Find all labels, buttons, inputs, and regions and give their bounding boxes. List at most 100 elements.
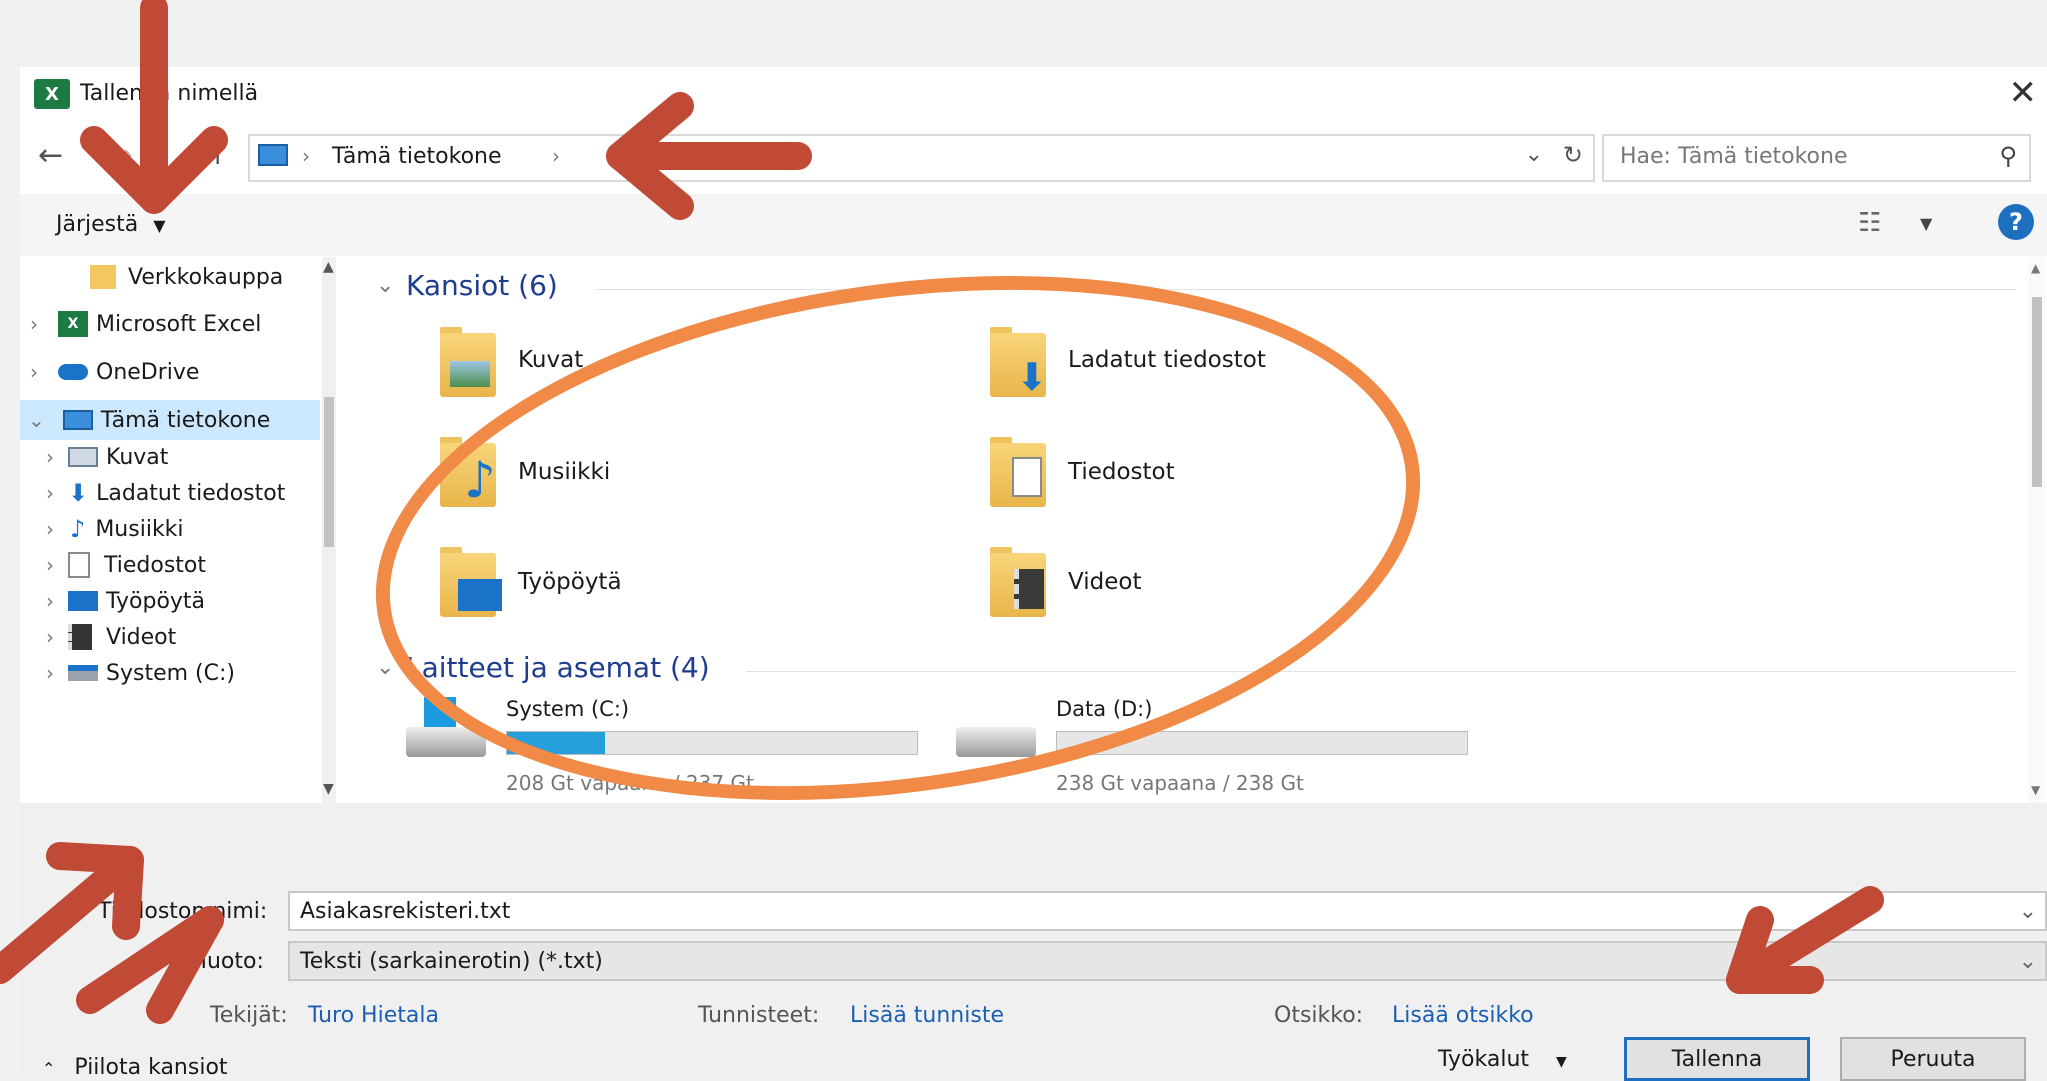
nav-item-onedrive[interactable]: › OneDrive xyxy=(20,352,320,392)
nav-item-videot[interactable]: › Videot xyxy=(20,617,320,657)
nav-item-system-c[interactable]: › System (C:) xyxy=(20,653,320,693)
chevron-down-icon[interactable]: ⌄ xyxy=(28,408,45,432)
chevron-right-icon[interactable]: › xyxy=(46,661,54,685)
view-options-icon[interactable]: ☷ xyxy=(1858,208,1881,238)
scroll-up-icon[interactable]: ▲ xyxy=(2031,261,2040,275)
save-label: Tallenna xyxy=(1671,1046,1763,1072)
excel-icon: X xyxy=(58,311,88,337)
doc-title-value[interactable]: Lisää otsikko xyxy=(1392,1003,1534,1028)
nav-item-label: Työpöytä xyxy=(106,588,206,614)
group-collapse-icon[interactable]: ⌄ xyxy=(376,273,394,298)
cloud-icon xyxy=(58,364,88,380)
divider xyxy=(596,289,2016,290)
chevron-right-icon[interactable]: › xyxy=(46,625,54,649)
documents-icon xyxy=(68,552,90,578)
authors-value[interactable]: Turo Hietala xyxy=(308,1003,439,1028)
chevron-right-icon[interactable]: › xyxy=(46,481,54,505)
search-input[interactable]: Hae: Tämä tietokone xyxy=(1620,144,1847,169)
content-scroll-thumb[interactable] xyxy=(2032,297,2042,487)
cancel-button[interactable]: Peruuta xyxy=(1840,1037,2026,1081)
nav-item-tiedostot[interactable]: › Tiedostot xyxy=(20,545,320,585)
chevron-right-icon[interactable]: › xyxy=(46,517,54,541)
chevron-down-icon: ▼ xyxy=(153,216,166,235)
download-icon: ⬇ xyxy=(68,479,89,507)
breadcrumb-this-pc[interactable]: Tämä tietokone xyxy=(332,144,502,169)
nav-item-verkkokauppa[interactable]: Verkkokauppa xyxy=(20,257,320,297)
nav-item-musiikki[interactable]: › ♪ Musiikki xyxy=(20,509,320,549)
search-icon[interactable]: ⚲ xyxy=(1999,142,2017,170)
drive-space: 238 Gt vapaana / 238 Gt xyxy=(1056,771,1304,795)
close-button[interactable]: ✕ xyxy=(2009,73,2038,113)
nav-item-kuvat[interactable]: › Kuvat xyxy=(20,437,320,477)
computer-icon xyxy=(62,410,93,430)
chevron-right-icon[interactable]: › xyxy=(46,553,54,577)
cancel-label: Peruuta xyxy=(1890,1046,1976,1072)
search-box[interactable]: Hae: Tämä tietokone ⚲ xyxy=(1602,134,2031,182)
chevron-down-icon[interactable]: ⌄ xyxy=(2019,899,2037,924)
navigation-pane: Verkkokauppa › X Microsoft Excel › OneDr… xyxy=(20,257,336,803)
address-dropdown-icon[interactable]: ⌄ xyxy=(1525,142,1543,167)
scroll-up-icon[interactable]: ▲ xyxy=(323,259,334,275)
nav-item-label: OneDrive xyxy=(96,359,200,385)
refresh-icon[interactable]: ↻ xyxy=(1563,141,1583,169)
tools-button[interactable]: Työkalut ▼ xyxy=(1438,1047,1567,1072)
chevron-up-icon: ⌃ xyxy=(42,1059,56,1078)
chevron-right-icon[interactable]: › xyxy=(30,360,38,384)
window-title: Tallenna nimellä xyxy=(80,81,259,106)
group-collapse-icon[interactable]: ⌄ xyxy=(376,655,394,680)
excel-icon: X xyxy=(34,79,70,109)
nav-item-label: Tiedostot xyxy=(104,552,207,578)
filename-input[interactable]: Asiakasrekisteri.txt ⌄ xyxy=(288,891,2047,931)
command-bar: Järjestä ▼ ☷ ▼ ? xyxy=(20,194,2047,256)
chevron-right-icon[interactable]: › xyxy=(30,312,38,336)
video-icon xyxy=(68,624,92,650)
save-form: Tiedoston nimi: Asiakasrekisteri.txt ⌄ M… xyxy=(20,803,2047,1081)
pictures-folder-icon xyxy=(440,327,498,397)
content-scrollbar[interactable]: ▲ ▼ xyxy=(2028,257,2046,803)
hide-folders-label: Piilota kansiot xyxy=(74,1055,228,1080)
nav-item-label: Tämä tietokone xyxy=(100,407,271,433)
nav-item-label: Verkkokauppa xyxy=(128,264,284,290)
nav-item-label: Videot xyxy=(106,624,177,650)
tags-value[interactable]: Lisää tunniste xyxy=(850,1003,1004,1028)
address-bar[interactable]: › Tämä tietokone › ⌄ ↻ xyxy=(248,134,1595,182)
folders-group-header[interactable]: Kansiot (6) xyxy=(406,269,558,302)
nav-item-this-pc[interactable]: ⌄ Tämä tietokone xyxy=(20,400,320,440)
computer-icon xyxy=(258,144,288,166)
nav-item-label: Musiikki xyxy=(95,516,184,542)
save-button[interactable]: Tallenna xyxy=(1624,1037,1810,1081)
nav-item-label: System (C:) xyxy=(106,660,235,686)
organize-button[interactable]: Järjestä ▼ xyxy=(56,212,166,237)
breadcrumb-separator-icon: › xyxy=(302,144,310,168)
chevron-right-icon[interactable]: › xyxy=(46,589,54,613)
nav-item-microsoft-excel[interactable]: › X Microsoft Excel xyxy=(20,304,320,344)
chevron-down-icon[interactable]: ⌄ xyxy=(2019,949,2037,974)
tools-label: Työkalut xyxy=(1438,1047,1530,1072)
scroll-down-icon[interactable]: ▼ xyxy=(2031,783,2040,797)
format-select[interactable]: Teksti (sarkainerotin) (*.txt) ⌄ xyxy=(288,941,2047,981)
chevron-down-icon: ▼ xyxy=(1556,1054,1567,1070)
nav-item-ladatut[interactable]: › ⬇ Ladatut tiedostot xyxy=(20,473,320,513)
drive-icon xyxy=(68,665,98,681)
nav-scroll-thumb[interactable] xyxy=(324,397,334,547)
scroll-down-icon[interactable]: ▼ xyxy=(323,781,334,797)
view-dropdown-icon[interactable]: ▼ xyxy=(1920,214,1932,233)
music-icon: ♪ xyxy=(70,515,86,543)
forward-arrow-icon[interactable]: → xyxy=(108,138,133,173)
desktop-icon xyxy=(68,591,98,611)
filename-label: Tiedoston nimi: xyxy=(98,899,268,924)
nav-item-tyopoyta[interactable]: › Työpöytä xyxy=(20,581,320,621)
chevron-right-icon[interactable]: › xyxy=(46,445,54,469)
nav-item-label: Microsoft Excel xyxy=(96,311,262,337)
help-icon[interactable]: ? xyxy=(1998,204,2034,240)
hide-folders-button[interactable]: ⌃ Piilota kansiot xyxy=(42,1055,228,1080)
filename-value: Asiakasrekisteri.txt xyxy=(300,898,511,924)
nav-scrollbar[interactable]: ▲ ▼ xyxy=(322,257,336,803)
up-arrow-icon[interactable]: ↑ xyxy=(206,138,229,171)
pictures-icon xyxy=(68,447,98,467)
folder-label: Kuvat xyxy=(518,347,584,373)
authors-label: Tekijät: xyxy=(210,1003,288,1028)
format-label: Muoto: xyxy=(188,949,264,974)
back-arrow-icon[interactable]: ← xyxy=(38,138,63,173)
folder-icon xyxy=(90,265,116,289)
